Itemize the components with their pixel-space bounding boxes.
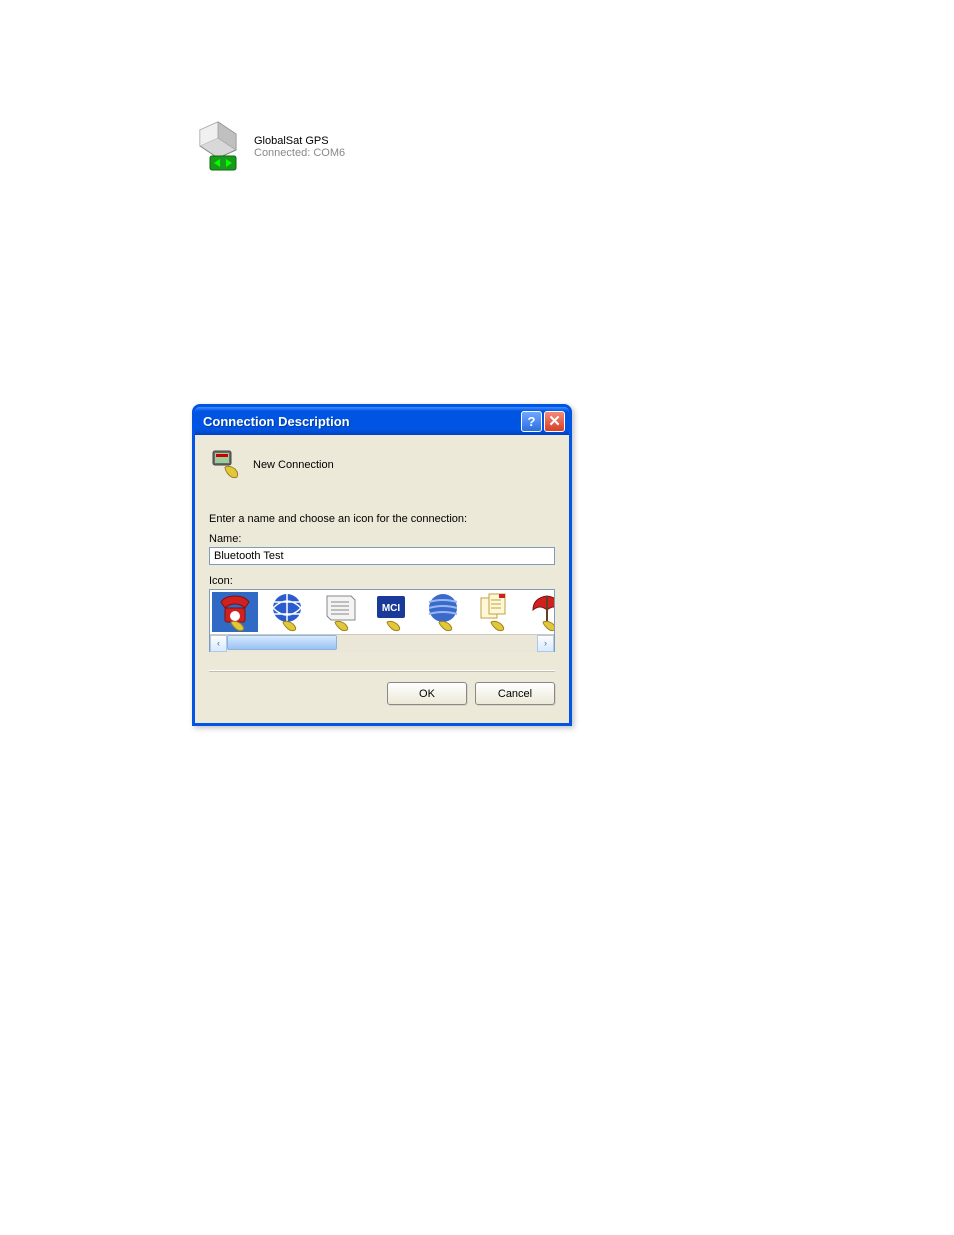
scroll-thumb[interactable] [227,635,337,650]
device-title: GlobalSat GPS [254,135,345,147]
scroll-left-button[interactable]: ‹ [210,635,227,652]
dialog-body: New Connection Enter a name and choose a… [195,435,569,723]
connection-description-dialog: Connection Description ? ✕ New Connectio… [192,404,572,726]
att-globe-modem-icon[interactable] [420,592,466,632]
newspaper-modem-icon[interactable] [316,592,362,632]
instruction-text: Enter a name and choose an icon for the … [209,513,555,525]
close-button[interactable]: ✕ [544,411,565,432]
dialog-header: New Connection [209,447,555,483]
icon-list: MCI [210,590,554,634]
separator [209,670,555,672]
icon-label: Icon: [209,575,555,587]
close-icon: ✕ [548,414,561,429]
dialog-header-label: New Connection [253,459,334,471]
document-pair-modem-icon[interactable] [472,592,518,632]
name-input[interactable] [209,547,555,565]
icon-scrollbar: ‹ › [210,634,554,651]
dialog-title: Connection Description [203,414,519,429]
red-phone-modem-icon[interactable] [212,592,258,632]
help-button[interactable]: ? [521,411,542,432]
chevron-left-icon: ‹ [217,638,220,648]
globe-modem-icon[interactable] [264,592,310,632]
cancel-button[interactable]: Cancel [475,682,555,705]
svg-text:MCI: MCI [382,603,401,614]
icon-picker: Icon: [209,575,555,652]
device-labels: GlobalSat GPS Connected: COM6 [254,135,345,159]
umbrella-modem-icon[interactable] [524,592,554,632]
help-icon: ? [528,414,536,429]
device-status-text: Connected: COM6 [254,147,345,159]
titlebar[interactable]: Connection Description ? ✕ [195,407,569,435]
scroll-track[interactable] [227,635,537,652]
device-status: GlobalSat GPS Connected: COM6 [196,120,345,174]
scroll-right-button[interactable]: › [537,635,554,652]
name-label: Name: [209,533,555,545]
mci-modem-icon[interactable]: MCI [368,592,414,632]
serial-connector-icon [196,120,250,174]
button-row: OK Cancel [209,682,555,713]
ok-button[interactable]: OK [387,682,467,705]
telephone-modem-icon [209,447,245,483]
icon-list-container: MCI [209,589,555,652]
chevron-right-icon: › [544,638,547,648]
